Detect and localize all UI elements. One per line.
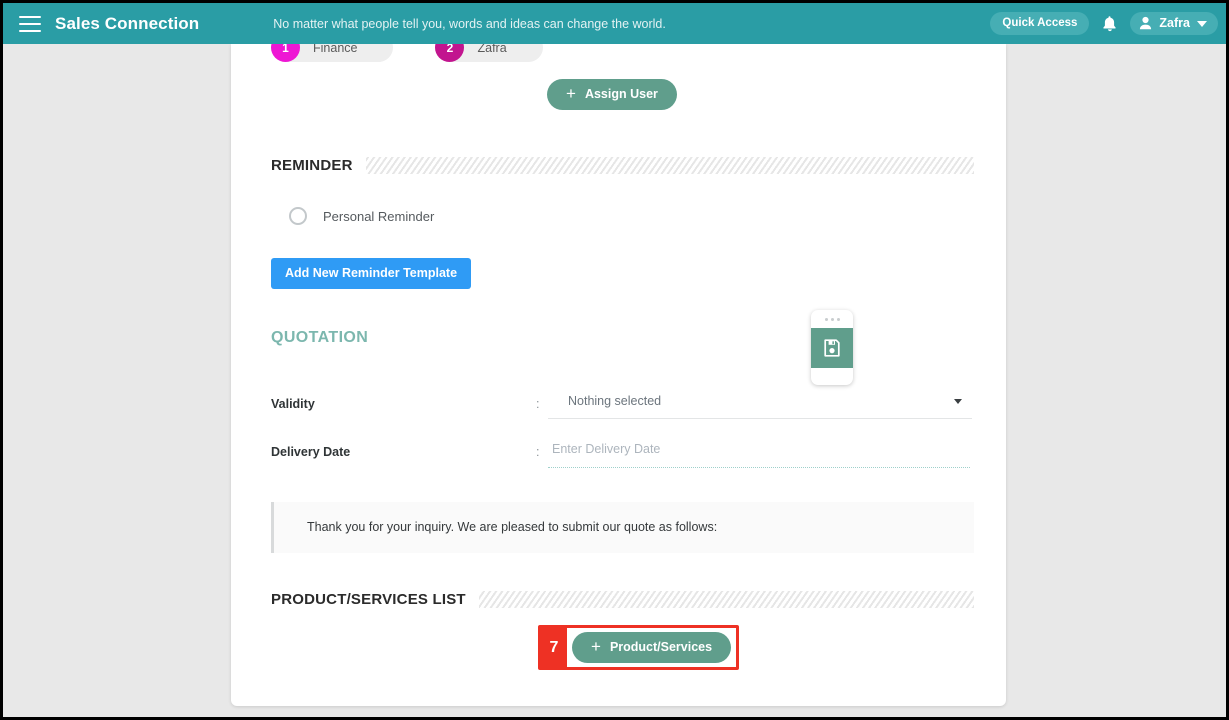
widget-footer xyxy=(811,368,853,385)
user-avatar-icon xyxy=(1140,16,1152,30)
radio-unchecked-icon[interactable] xyxy=(289,207,307,225)
assign-user-button[interactable]: + Assign User xyxy=(547,79,677,110)
assign-user-button-wrap: + Assign User xyxy=(547,79,677,110)
chip-order-badge: 1 xyxy=(271,44,300,62)
chip-label: Zafra xyxy=(477,44,507,55)
validity-colon: : xyxy=(536,397,540,411)
tagline-text: No matter what people tell you, words an… xyxy=(273,16,666,31)
hatch-divider xyxy=(365,157,974,174)
delivery-date-control: Enter Delivery Date xyxy=(548,442,974,468)
assign-user-label: Assign User xyxy=(584,87,658,101)
plus-icon: + xyxy=(591,636,601,656)
page-canvas: 1 Finance 2 Zafra + Assign User REMINDER xyxy=(6,44,1226,717)
validity-select[interactable]: Nothing selected xyxy=(548,394,972,419)
add-product-services-cell: + Product/Services xyxy=(567,628,736,667)
reminder-heading: REMINDER xyxy=(271,157,353,174)
assigned-user-chip[interactable]: 1 Finance xyxy=(271,44,394,62)
appbar-actions: Quick Access Zafra xyxy=(990,12,1226,35)
chevron-down-icon xyxy=(1197,20,1207,27)
add-new-reminder-template-button[interactable]: Add New Reminder Template xyxy=(271,258,472,289)
validity-field-row: Validity : Nothing selected xyxy=(271,394,974,419)
add-product-services-button[interactable]: + Product/Services xyxy=(572,632,732,663)
dropdown-caret-icon xyxy=(954,399,962,404)
delivery-date-input[interactable]: Enter Delivery Date xyxy=(548,442,970,468)
user-name-label: Zafra xyxy=(1159,16,1190,30)
validity-label: Validity xyxy=(271,397,315,411)
brand-title: Sales Connection xyxy=(55,13,200,33)
reminder-section-header: REMINDER xyxy=(271,157,974,174)
notification-bell-icon[interactable] xyxy=(1102,15,1117,33)
step-number-badge: 7 xyxy=(541,628,567,667)
assigned-user-chip-list: 1 Finance 2 Zafra xyxy=(271,44,543,62)
add-product-services-label: Product/Services xyxy=(609,640,713,654)
chip-order-badge: 2 xyxy=(435,44,465,62)
top-app-bar: Sales Connection No matter what people t… xyxy=(3,3,1226,44)
floating-save-widget[interactable] xyxy=(811,310,853,385)
validity-control: Nothing selected xyxy=(548,394,974,419)
floppy-save-icon xyxy=(824,339,840,357)
quotation-intro-note: Thank you for your inquiry. We are pleas… xyxy=(271,502,974,553)
user-menu-button[interactable]: Zafra xyxy=(1130,12,1218,35)
hamburger-menu-icon[interactable] xyxy=(19,15,41,32)
plus-icon: + xyxy=(566,83,576,103)
personal-reminder-label: Personal Reminder xyxy=(323,208,435,224)
quick-access-button[interactable]: Quick Access xyxy=(990,12,1090,35)
products-heading: PRODUCT/SERVICES LIST xyxy=(271,591,466,608)
delivery-date-label: Delivery Date xyxy=(271,445,351,459)
widget-handle-dots xyxy=(811,310,853,328)
chip-label: Finance xyxy=(313,44,358,55)
assigned-user-chip[interactable]: 2 Zafra xyxy=(435,44,543,62)
products-section-header: PRODUCT/SERVICES LIST xyxy=(271,591,974,608)
validity-selected-value: Nothing selected xyxy=(568,394,662,408)
add-product-services-highlight: 7 + Product/Services xyxy=(538,625,740,670)
quotation-heading: QUOTATION xyxy=(271,329,369,346)
delivery-date-field-row: Delivery Date : Enter Delivery Date xyxy=(271,442,974,468)
delivery-date-colon: : xyxy=(536,445,540,459)
form-card: 1 Finance 2 Zafra + Assign User REMINDER xyxy=(231,44,1006,706)
app-screenshot: Sales Connection No matter what people t… xyxy=(0,0,1229,720)
hatch-divider xyxy=(478,591,974,608)
save-button-band[interactable] xyxy=(811,328,853,368)
personal-reminder-radio-row[interactable]: Personal Reminder xyxy=(289,207,434,225)
